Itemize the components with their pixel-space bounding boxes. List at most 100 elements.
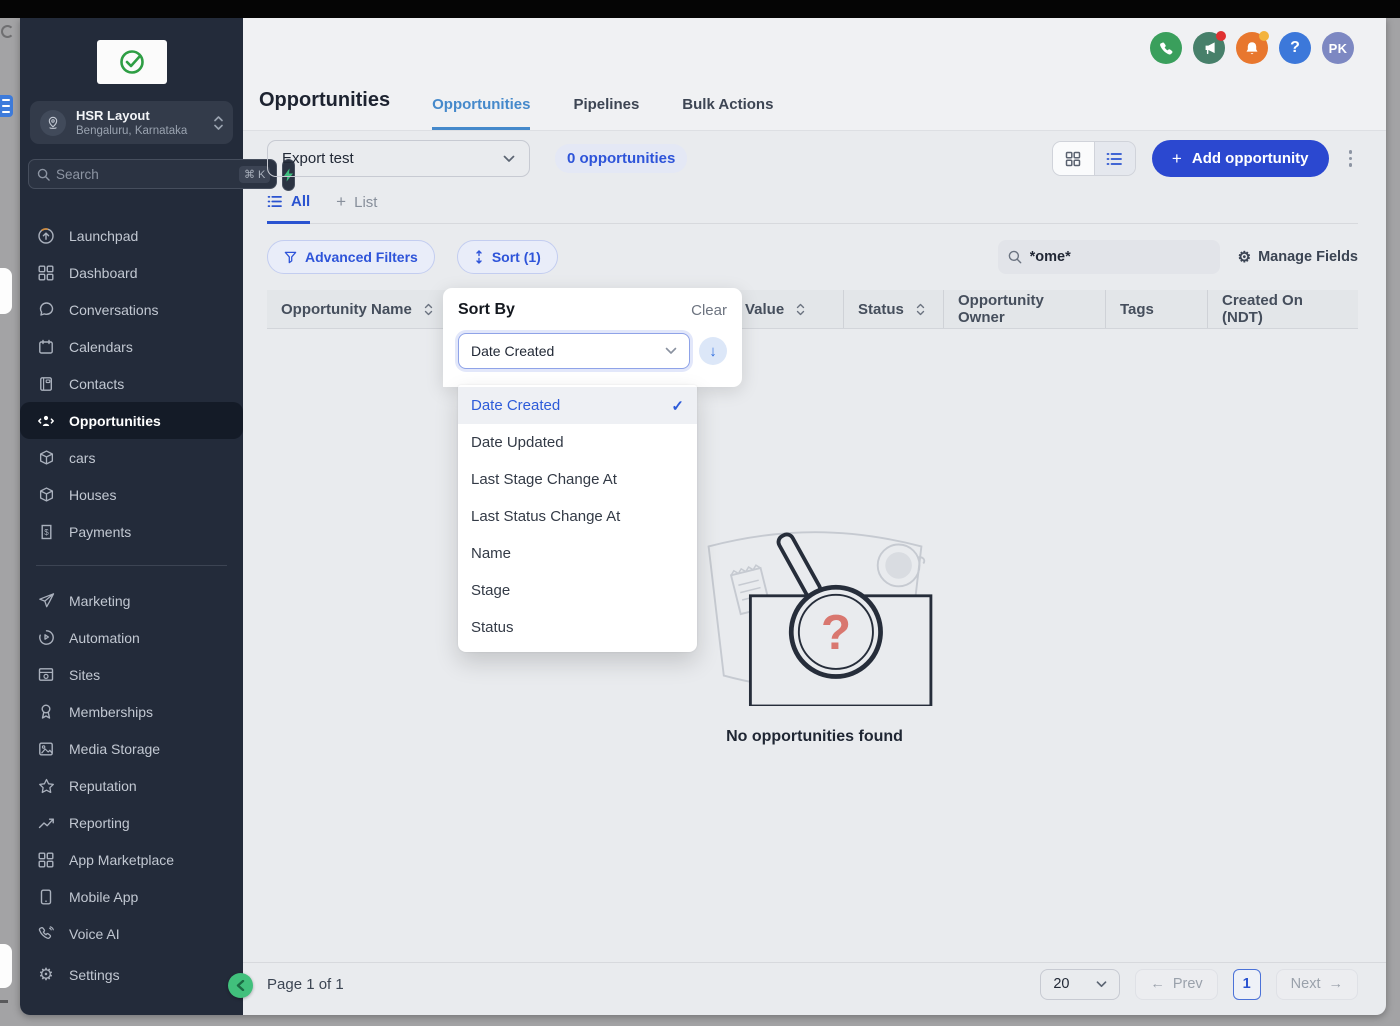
notification-badge (1216, 31, 1226, 41)
list-view-button[interactable] (1093, 142, 1135, 175)
page-info: Page 1 of 1 (267, 975, 344, 993)
column-status[interactable]: Status (843, 290, 943, 328)
announcements-button[interactable] (1193, 31, 1226, 64)
grid-view-button[interactable] (1052, 142, 1094, 175)
sidebar-item-mobile-app[interactable]: Mobile App (20, 878, 243, 915)
advanced-filters-button[interactable]: Advanced Filters (267, 240, 435, 274)
chevron-down-icon (1096, 980, 1107, 987)
saved-view-select[interactable]: Export test (267, 140, 530, 177)
page-header: Opportunities Opportunities Pipelines Bu… (243, 18, 1386, 131)
phone-icon (1159, 42, 1172, 54)
user-avatar[interactable]: PK (1322, 32, 1354, 64)
sidebar-item-opportunities[interactable]: Opportunities (20, 402, 243, 439)
medal-icon (37, 703, 55, 720)
column-created-on[interactable]: Created On (NDT) (1207, 290, 1358, 328)
sidebar-search[interactable]: ⌘ K (28, 159, 278, 189)
sort-option-last-status-change[interactable]: Last Status Change At (458, 498, 697, 535)
table-search-input[interactable] (1029, 249, 1210, 265)
sidebar-item-reputation[interactable]: Reputation (20, 767, 243, 804)
page-title: Opportunities (259, 89, 391, 111)
sidebar-item-app-marketplace[interactable]: App Marketplace (20, 841, 243, 878)
sidebar-item-sites[interactable]: Sites (20, 656, 243, 693)
sort-option-last-stage-change[interactable]: Last Stage Change At (458, 461, 697, 498)
trend-icon (37, 816, 55, 829)
view-toggle (1051, 141, 1136, 176)
sidebar-item-memberships[interactable]: Memberships (20, 693, 243, 730)
sidebar-item-voice-ai[interactable]: Voice AI (20, 915, 243, 952)
location-pin-icon (40, 109, 66, 136)
sidebar-item-houses[interactable]: Houses (20, 476, 243, 513)
sidebar-item-reporting[interactable]: Reporting (20, 804, 243, 841)
calendar-icon (37, 339, 55, 355)
pagination-footer: Page 1 of 1 20 ← Prev 1 Next → (243, 962, 1386, 1005)
next-page-button[interactable]: Next → (1275, 968, 1358, 1000)
sidebar-item-label: Payments (69, 523, 132, 540)
gear-icon: ⚙ (38, 965, 54, 984)
sort-clear-button[interactable]: Clear (691, 302, 727, 319)
sidebar-item-dashboard[interactable]: Dashboard (20, 254, 243, 291)
sort-direction-button[interactable]: ↓ (699, 337, 727, 365)
column-tags[interactable]: Tags (1105, 290, 1207, 328)
sidebar-item-payments[interactable]: $ Payments (20, 513, 243, 550)
tab-opportunities[interactable]: Opportunities (432, 96, 531, 130)
sort-option-date-created[interactable]: Date Created ✓ (458, 387, 697, 424)
sidebar-item-contacts[interactable]: Contacts (20, 365, 243, 402)
sidebar-item-settings[interactable]: ⚙ Settings (20, 956, 243, 993)
sort-popup-title: Sort By (458, 301, 515, 318)
sort-field-value: Date Created (471, 343, 555, 359)
sidebar-item-media-storage[interactable]: Media Storage (20, 730, 243, 767)
sort-field-select[interactable]: Date Created (458, 333, 690, 369)
toolbar: Export test 0 opportunities + Add opport… (267, 140, 1358, 177)
sidebar-collapse-button[interactable] (228, 973, 253, 998)
help-button[interactable]: ? (1279, 32, 1311, 64)
sidebar-item-cars[interactable]: cars (20, 439, 243, 476)
sidebar-item-calendars[interactable]: Calendars (20, 328, 243, 365)
phone-button[interactable] (1150, 32, 1182, 64)
sidebar-item-automation[interactable]: Automation (20, 619, 243, 656)
sort-option-status[interactable]: Status (458, 609, 697, 646)
location-switcher[interactable]: HSR Layout Bengaluru, Karnataka (30, 101, 233, 144)
plus-icon: + (1171, 148, 1182, 168)
tab-pipelines[interactable]: Pipelines (573, 96, 639, 130)
sidebar-item-marketing[interactable]: Marketing (20, 582, 243, 619)
sort-option-date-updated[interactable]: Date Updated (458, 424, 697, 461)
background-doc-icon (0, 95, 13, 117)
question-icon: ? (1290, 39, 1300, 56)
table-search[interactable] (997, 240, 1220, 274)
list-icon (267, 195, 282, 207)
header-icon-group: ? PK (1150, 31, 1354, 64)
opportunity-count-link[interactable]: 0 opportunities (555, 144, 688, 173)
page-size-select[interactable]: 20 (1040, 968, 1121, 1000)
current-page-button[interactable]: 1 (1232, 968, 1261, 1000)
add-opportunity-button[interactable]: + Add opportunity (1151, 140, 1329, 177)
chevron-left-icon (236, 980, 245, 991)
sidebar-divider (36, 565, 227, 566)
add-list-button[interactable]: + List (336, 192, 377, 223)
table-body: ? No opportunities found (243, 329, 1386, 962)
play-circle-icon (37, 629, 55, 646)
more-options-button[interactable] (1343, 144, 1359, 173)
empty-state-illustration: ? (707, 530, 932, 706)
svg-text:$: $ (44, 528, 49, 537)
sort-option-name[interactable]: Name (458, 535, 697, 572)
sidebar-item-launchpad[interactable]: Launchpad (20, 217, 243, 254)
location-info: HSR Layout Bengaluru, Karnataka (76, 108, 204, 137)
tab-all[interactable]: All (267, 192, 311, 224)
location-name: HSR Layout (76, 108, 150, 123)
desktop-menu-bar (0, 0, 1400, 18)
sort-field-menu: Date Created ✓ Date Updated Last Stage C… (458, 385, 697, 652)
sidebar-item-label: Sites (69, 666, 101, 683)
prev-page-button[interactable]: ← Prev (1135, 968, 1218, 1000)
search-input[interactable] (56, 166, 233, 182)
sidebar-item-label: Houses (69, 486, 117, 503)
notifications-button[interactable] (1236, 31, 1269, 64)
sidebar-item-label: Voice AI (69, 925, 120, 942)
sort-button[interactable]: Sort (1) (456, 240, 558, 274)
tab-bulk-actions[interactable]: Bulk Actions (682, 96, 773, 130)
sort-option-stage[interactable]: Stage (458, 572, 697, 609)
sidebar-item-conversations[interactable]: Conversations (20, 291, 243, 328)
column-opportunity-owner[interactable]: Opportunity Owner (943, 290, 1105, 328)
manage-fields-button[interactable]: ⚙ Manage Fields (1238, 249, 1358, 265)
chevron-updown-icon (214, 115, 223, 130)
main-area: Opportunities Opportunities Pipelines Bu… (243, 18, 1386, 1015)
